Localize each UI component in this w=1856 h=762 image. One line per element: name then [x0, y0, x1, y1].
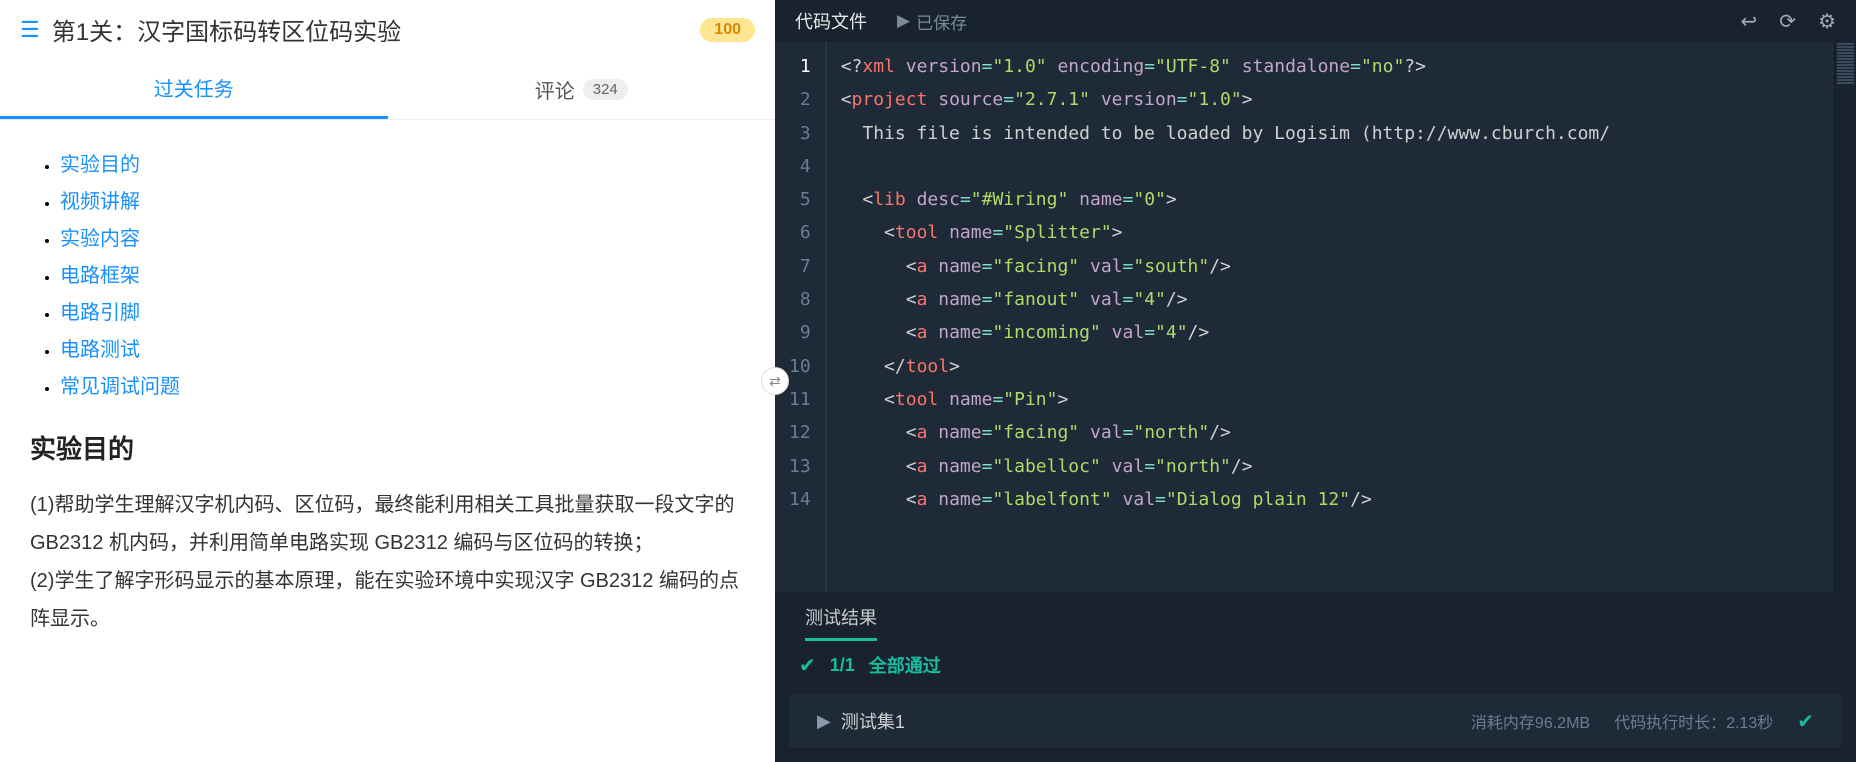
- editor-area: 1234567891011121314 <?xml version="1.0" …: [775, 42, 1856, 592]
- panel-splitter-handle[interactable]: ⇄: [761, 367, 789, 395]
- section-paragraph: (2)学生了解字形码显示的基本原理，能在实验环境中实现汉字 GB2312 编码的…: [30, 562, 745, 638]
- panel-tabs: 过关任务 评论 324: [0, 59, 775, 120]
- pass-text: 全部通过: [869, 652, 941, 678]
- saved-text: 已保存: [916, 9, 967, 34]
- refresh-icon[interactable]: ⟳: [1779, 9, 1796, 34]
- check-icon: ✔: [1797, 709, 1814, 734]
- results-summary: ✔ 1/1 全部通过: [775, 642, 1856, 688]
- toc-link[interactable]: 常见调试问题: [60, 376, 180, 398]
- toc-link[interactable]: 电路框架: [60, 265, 140, 287]
- panel-header: ☰ 第1关：汉字国标码转区位码实验 100: [0, 0, 775, 59]
- instructions-panel: ☰ 第1关：汉字国标码转区位码实验 100 过关任务 评论 324 实验目的 视…: [0, 0, 775, 762]
- section-paragraph: (1)帮助学生理解汉字机内码、区位码，最终能利用相关工具批量获取一段文字的 GB…: [30, 486, 745, 562]
- save-status: ▶ 已保存: [897, 9, 967, 34]
- test-set-row[interactable]: ▶ 测试集1 消耗内存96.2MB 代码执行时长：2.13秒 ✔: [789, 694, 1842, 748]
- memory-usage: 消耗内存96.2MB: [1471, 709, 1590, 733]
- score-badge: 100: [700, 18, 755, 42]
- chevron-right-icon: ▶: [817, 711, 831, 732]
- challenge-title: 第1关：汉字国标码转区位码实验: [52, 12, 701, 47]
- tab-comments-label: 评论: [535, 75, 575, 104]
- toc-link[interactable]: 实验目的: [60, 154, 140, 176]
- toc-icon[interactable]: ☰: [20, 17, 40, 43]
- line-gutter: 1234567891011121314: [775, 42, 827, 592]
- section-heading: 实验目的: [30, 429, 745, 466]
- tab-comments[interactable]: 评论 324: [388, 59, 776, 119]
- gear-icon[interactable]: ⚙: [1818, 9, 1836, 34]
- minimap[interactable]: [1834, 42, 1856, 592]
- comment-count: 324: [583, 79, 628, 100]
- file-tab[interactable]: 代码文件: [795, 8, 867, 34]
- test-set-name: 测试集1: [841, 708, 905, 734]
- code-body[interactable]: <?xml version="1.0" encoding="UTF-8" sta…: [827, 42, 1834, 592]
- exec-time: 代码执行时长：2.13秒: [1614, 709, 1773, 733]
- table-of-contents: 实验目的 视频讲解 实验内容 电路框架 电路引脚 电路测试 常见调试问题: [30, 148, 745, 399]
- code-panel: 代码文件 ▶ 已保存 ↩ ⟳ ⚙ 1234567891011121314 <?x…: [775, 0, 1856, 762]
- test-results-panel: 测试结果 ✔ 1/1 全部通过 ▶ 测试集1 消耗内存96.2MB 代码执行时长…: [775, 592, 1856, 762]
- toc-link[interactable]: 视频讲解: [60, 191, 140, 213]
- undo-icon[interactable]: ↩: [1741, 9, 1758, 34]
- test-meta: 消耗内存96.2MB 代码执行时长：2.13秒 ✔: [1471, 709, 1814, 734]
- tab-task[interactable]: 过关任务: [0, 59, 388, 119]
- toc-link[interactable]: 实验内容: [60, 228, 140, 250]
- editor-header: 代码文件 ▶ 已保存 ↩ ⟳ ⚙: [775, 0, 1856, 42]
- toc-link[interactable]: 电路引脚: [60, 302, 140, 324]
- results-tab[interactable]: 测试结果: [775, 592, 1856, 642]
- pass-fraction: 1/1: [830, 655, 855, 676]
- check-icon: ✔: [799, 653, 816, 678]
- code-editor[interactable]: 1234567891011121314 <?xml version="1.0" …: [775, 42, 1834, 592]
- play-icon: ▶: [897, 11, 910, 31]
- toc-link[interactable]: 电路测试: [60, 339, 140, 361]
- editor-actions: ↩ ⟳ ⚙: [1741, 9, 1836, 34]
- task-content: 实验目的 视频讲解 实验内容 电路框架 电路引脚 电路测试 常见调试问题 实验目…: [0, 120, 775, 762]
